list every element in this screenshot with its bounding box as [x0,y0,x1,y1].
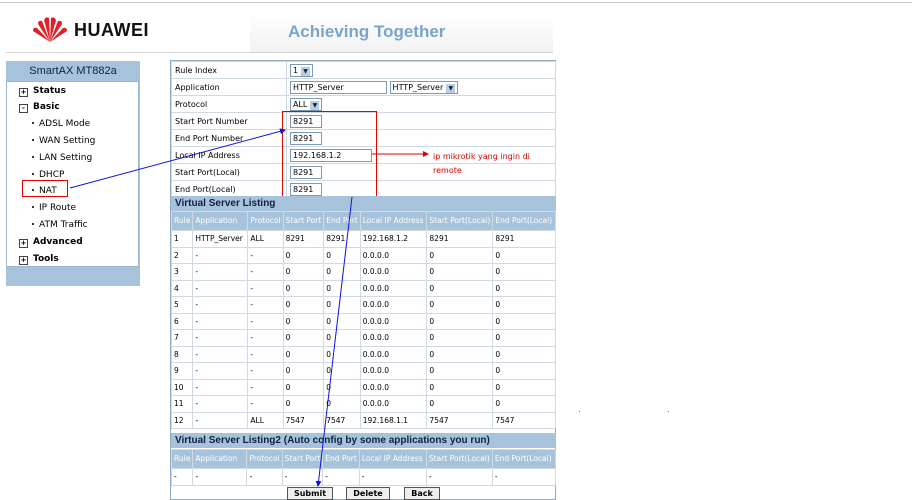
arrow-nat-to-form [69,128,286,189]
annotation-arrows [69,128,429,487]
arrow-form-to-submit [315,196,353,487]
